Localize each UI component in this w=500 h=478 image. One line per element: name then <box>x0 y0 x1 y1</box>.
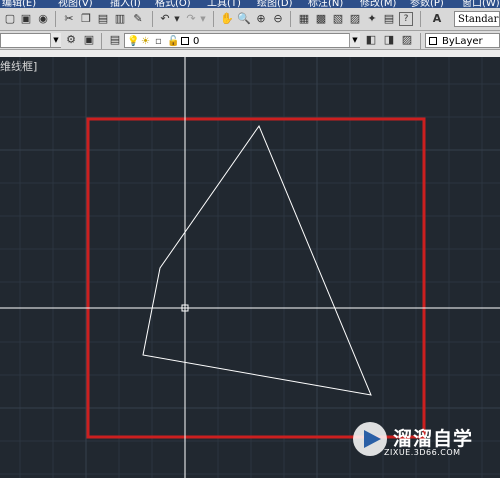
zoom-realtime-icon[interactable]: 🔍 <box>237 12 251 26</box>
color-select[interactable]: ByLayer <box>425 33 500 48</box>
open-icon[interactable]: ▢ <box>3 12 17 26</box>
lightbulb-icon: 💡 <box>127 36 140 47</box>
layers-toolbar: ▼ ⚙ ▣ ▤ 💡 ☀ ▫ 🔓 0 ▼ ◧ ◨ ▨ ByLayer <box>0 31 500 50</box>
layer-states-icon[interactable]: ▤ <box>108 33 122 47</box>
layer-lock-icon: ▫ <box>155 36 162 47</box>
sheet-set-icon[interactable]: ▨ <box>348 12 362 26</box>
menu-format[interactable]: 格式(O) <box>155 0 191 8</box>
menu-modify[interactable]: 修改(M) <box>360 0 396 8</box>
watermark-name: 溜溜自学 <box>393 428 474 450</box>
layer-manager-icon[interactable]: ▣ <box>82 33 96 47</box>
layer-isolate-icon[interactable]: ▨ <box>400 33 414 47</box>
tool-palettes-icon[interactable]: ▧ <box>331 12 345 26</box>
copy-icon[interactable]: ❐ <box>79 12 93 26</box>
text-style-icon[interactable]: A <box>430 12 444 26</box>
menu-window[interactable]: 窗口(W) <box>462 0 500 8</box>
make-current-layer-icon[interactable]: ◧ <box>364 33 378 47</box>
menu-edit[interactable]: 编辑(E) <box>2 0 36 8</box>
white-quadrilateral[interactable] <box>142 124 372 396</box>
layer-select[interactable]: 💡 ☀ ▫ 🔓 0 <box>124 33 360 48</box>
layer-previous-icon[interactable]: ◨ <box>382 33 396 47</box>
color-value: ByLayer <box>442 36 483 47</box>
red-rectangle[interactable] <box>86 117 426 439</box>
color-swatch <box>429 37 437 45</box>
toolbar-strip <box>0 50 500 57</box>
menu-dimension[interactable]: 标注(N) <box>308 0 343 8</box>
menu-bar: 编辑(E) 视图(V) 插入(I) 格式(O) 工具(T) 绘图(D) 标注(N… <box>0 0 500 8</box>
menu-view[interactable]: 视图(V) <box>58 0 93 8</box>
publish-icon[interactable]: ◉ <box>36 12 50 26</box>
menu-insert[interactable]: 插入(I) <box>110 0 141 8</box>
cut-icon[interactable]: ✂ <box>62 12 76 26</box>
workspace-settings-icon[interactable]: ⚙ <box>64 33 78 47</box>
match-properties-icon[interactable]: ✎ <box>131 12 145 26</box>
unlock-icon: 🔓 <box>167 36 180 47</box>
redo-dropdown-icon[interactable]: ▼ <box>196 12 210 26</box>
markup-icon[interactable]: ✦ <box>365 12 379 26</box>
paste-icon[interactable]: ▤ <box>96 12 110 26</box>
menu-draw[interactable]: 绘图(D) <box>257 0 293 8</box>
sun-icon: ☀ <box>141 36 150 47</box>
help-icon[interactable]: ? <box>399 12 413 26</box>
layer-color-swatch <box>181 37 189 45</box>
drawing-viewport[interactable]: 维线框] <box>0 57 500 478</box>
pan-icon[interactable]: ✋ <box>220 12 234 26</box>
calculator-icon[interactable]: ▤ <box>382 12 396 26</box>
layer-name: 0 <box>193 36 200 47</box>
chevron-down-icon[interactable]: ▼ <box>349 33 360 47</box>
save-icon[interactable]: ▣ <box>19 12 33 26</box>
standard-toolbar: ▢ ▣ ◉ ✂ ❐ ▤ ▥ ✎ ↶ ▼ ↷ ▼ ✋ 🔍 ⊕ ⊖ ▦ ▩ ▧ ▨ … <box>0 8 500 31</box>
menu-parameters[interactable]: 参数(P) <box>410 0 444 8</box>
chevron-down-icon[interactable]: ▼ <box>50 33 61 47</box>
drawing-canvas[interactable] <box>0 57 500 478</box>
zoom-window-icon[interactable]: ⊕ <box>254 12 268 26</box>
properties-icon[interactable]: ▦ <box>297 12 311 26</box>
design-center-icon[interactable]: ▩ <box>314 12 328 26</box>
watermark-url: ZIXUE.3D66.COM <box>384 448 461 457</box>
menu-tools[interactable]: 工具(T) <box>207 0 241 8</box>
text-style-select[interactable]: Standar <box>454 11 500 27</box>
paste-special-icon[interactable]: ▥ <box>113 12 127 26</box>
undo-dropdown-icon[interactable]: ▼ <box>170 12 184 26</box>
zoom-previous-icon[interactable]: ⊖ <box>271 12 285 26</box>
